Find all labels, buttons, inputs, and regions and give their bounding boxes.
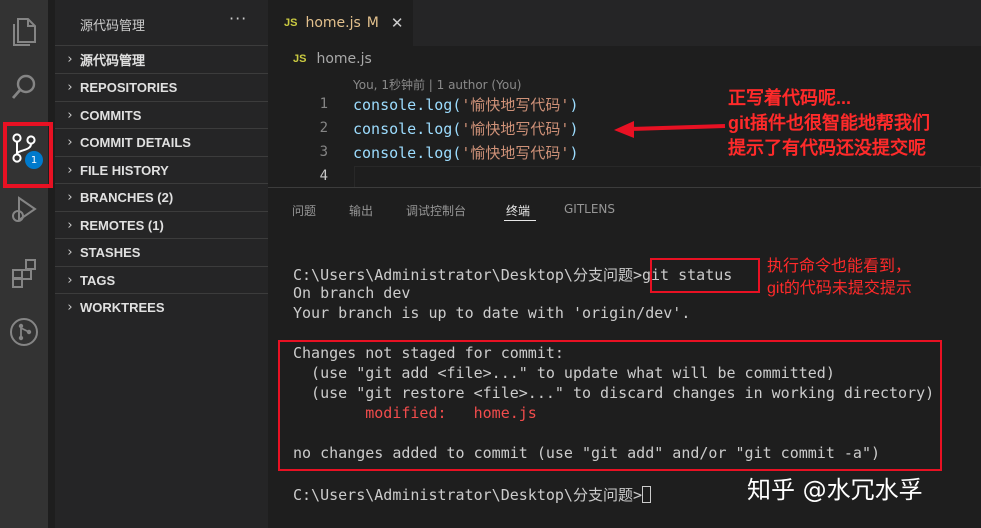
tab-gitlens[interactable]: GITLENS <box>564 202 615 216</box>
breadcrumb-filename[interactable]: home.js <box>316 51 371 67</box>
chevron-right-icon: › <box>67 217 73 233</box>
section-label: 源代码管理 <box>80 52 146 68</box>
code-call: console.log( <box>353 96 462 114</box>
line-number: 3 <box>319 144 328 160</box>
run-debug-icon[interactable] <box>0 186 48 234</box>
gitlens-icon[interactable] <box>0 308 48 356</box>
section-stashes[interactable]: › STASHES <box>55 238 268 265</box>
annotation-line: 执行命令也能看到， <box>767 258 912 275</box>
close-icon[interactable]: ✕ <box>391 14 404 32</box>
section-label: TAGS <box>80 272 116 288</box>
more-actions-icon[interactable]: ··· <box>229 9 247 28</box>
code-paren: ) <box>569 96 579 114</box>
tab-debug-console[interactable]: 调试控制台 <box>406 202 466 219</box>
section-label: REPOSITORIES <box>80 79 178 95</box>
code-line: console.log('愉快地写代码') <box>353 94 578 115</box>
files-icon[interactable] <box>0 8 48 56</box>
sidebar-title: 源代码管理 <box>80 19 146 34</box>
breadcrumb: JS home.js <box>268 46 981 72</box>
section-label: COMMIT DETAILS <box>80 134 191 150</box>
section-commits[interactable]: › COMMITS <box>55 101 268 128</box>
chevron-right-icon: › <box>67 134 73 150</box>
section-label: STASHES <box>80 244 141 260</box>
line-number: 2 <box>319 120 328 136</box>
chevron-right-icon: › <box>67 162 73 178</box>
chevron-right-icon: › <box>67 107 73 123</box>
current-line-highlight <box>354 166 981 188</box>
source-control-highlight-box <box>3 122 53 188</box>
editor-tab-bar: JS home.js M ✕ <box>268 0 981 46</box>
terminal-annotation: 执行命令也能看到， git的代码未提交提示 <box>767 256 912 300</box>
code-call: console.log( <box>353 120 462 138</box>
code-paren: ) <box>569 120 579 138</box>
section-label: FILE HISTORY <box>80 162 169 178</box>
section-label: REMOTES (1) <box>80 217 164 233</box>
code-string: '愉快地写代码' <box>461 144 570 162</box>
annotation-line: git插件也很智能地帮我们 <box>728 113 930 133</box>
annotation-arrow <box>614 121 726 138</box>
annotation-line: 提示了有代码还没提交呢 <box>728 138 926 158</box>
chevron-right-icon: › <box>67 189 73 205</box>
sidebar: 源代码管理 ··· › 源代码管理 › REPOSITORIES › COMMI… <box>55 0 268 528</box>
section-file-history[interactable]: › FILE HISTORY <box>55 156 268 183</box>
code-paren: ) <box>569 144 579 162</box>
output-highlight-box <box>278 340 942 471</box>
javascript-file-icon: JS <box>293 53 307 65</box>
terminal-prompt-text: C:\Users\Administrator\Desktop\分支问题> <box>293 486 642 504</box>
section-branches[interactable]: › BRANCHES (2) <box>55 183 268 210</box>
section-label: BRANCHES (2) <box>80 189 174 205</box>
code-line: console.log('愉快地写代码') <box>353 142 578 163</box>
tab-output[interactable]: 输出 <box>349 202 373 219</box>
section-remotes[interactable]: › REMOTES (1) <box>55 211 268 238</box>
modified-indicator: M <box>366 15 379 31</box>
chevron-right-icon: › <box>67 272 73 288</box>
tab-filename: home.js <box>305 15 361 31</box>
code-call: console.log( <box>353 144 462 162</box>
command-highlight-box <box>650 258 760 293</box>
terminal-prompt[interactable]: C:\Users\Administrator\Desktop\分支问题> <box>293 484 651 505</box>
extensions-icon[interactable] <box>0 248 48 296</box>
section-commit-details[interactable]: › COMMIT DETAILS <box>55 128 268 155</box>
chevron-right-icon: › <box>67 79 73 95</box>
section-worktrees[interactable]: › WORKTREES <box>55 293 268 320</box>
line-number: 1 <box>319 96 328 112</box>
chevron-right-icon: › <box>67 299 73 315</box>
code-string: '愉快地写代码' <box>461 96 570 114</box>
line-number: 4 <box>319 168 328 184</box>
annotation-line: git的代码未提交提示 <box>767 280 912 297</box>
javascript-file-icon: JS <box>284 17 298 29</box>
terminal-output-line: On branch dev <box>293 284 411 302</box>
section-label: COMMITS <box>80 107 142 123</box>
editor-annotation: 正写着代码呢... git插件也很智能地帮我们 提示了有代码还没提交呢 <box>728 86 930 161</box>
search-icon[interactable] <box>0 64 48 112</box>
section-tags[interactable]: › TAGS <box>55 266 268 293</box>
tab-terminal[interactable]: 终端 <box>506 202 530 219</box>
section-repositories[interactable]: › REPOSITORIES <box>55 73 268 100</box>
active-tab-underline <box>504 220 536 221</box>
tab-home-js[interactable]: JS home.js M ✕ <box>268 0 413 46</box>
watermark: 知乎 @水冗水孚 <box>747 476 923 504</box>
chevron-right-icon: › <box>67 244 73 260</box>
terminal-cursor <box>642 486 651 503</box>
activity-bar: 1 <box>0 0 48 528</box>
chevron-right-icon: › <box>67 51 73 67</box>
blame-codelens[interactable]: You, 1秒钟前 | 1 author (You) <box>353 76 521 93</box>
code-string: '愉快地写代码' <box>461 120 570 138</box>
section-label: WORKTREES <box>80 299 165 315</box>
code-line: console.log('愉快地写代码') <box>353 118 578 139</box>
terminal-output-line: Your branch is up to date with 'origin/d… <box>293 304 691 322</box>
section-source-control[interactable]: › 源代码管理 <box>55 45 268 72</box>
annotation-line: 正写着代码呢... <box>728 88 852 108</box>
tab-problems[interactable]: 问题 <box>292 202 316 219</box>
